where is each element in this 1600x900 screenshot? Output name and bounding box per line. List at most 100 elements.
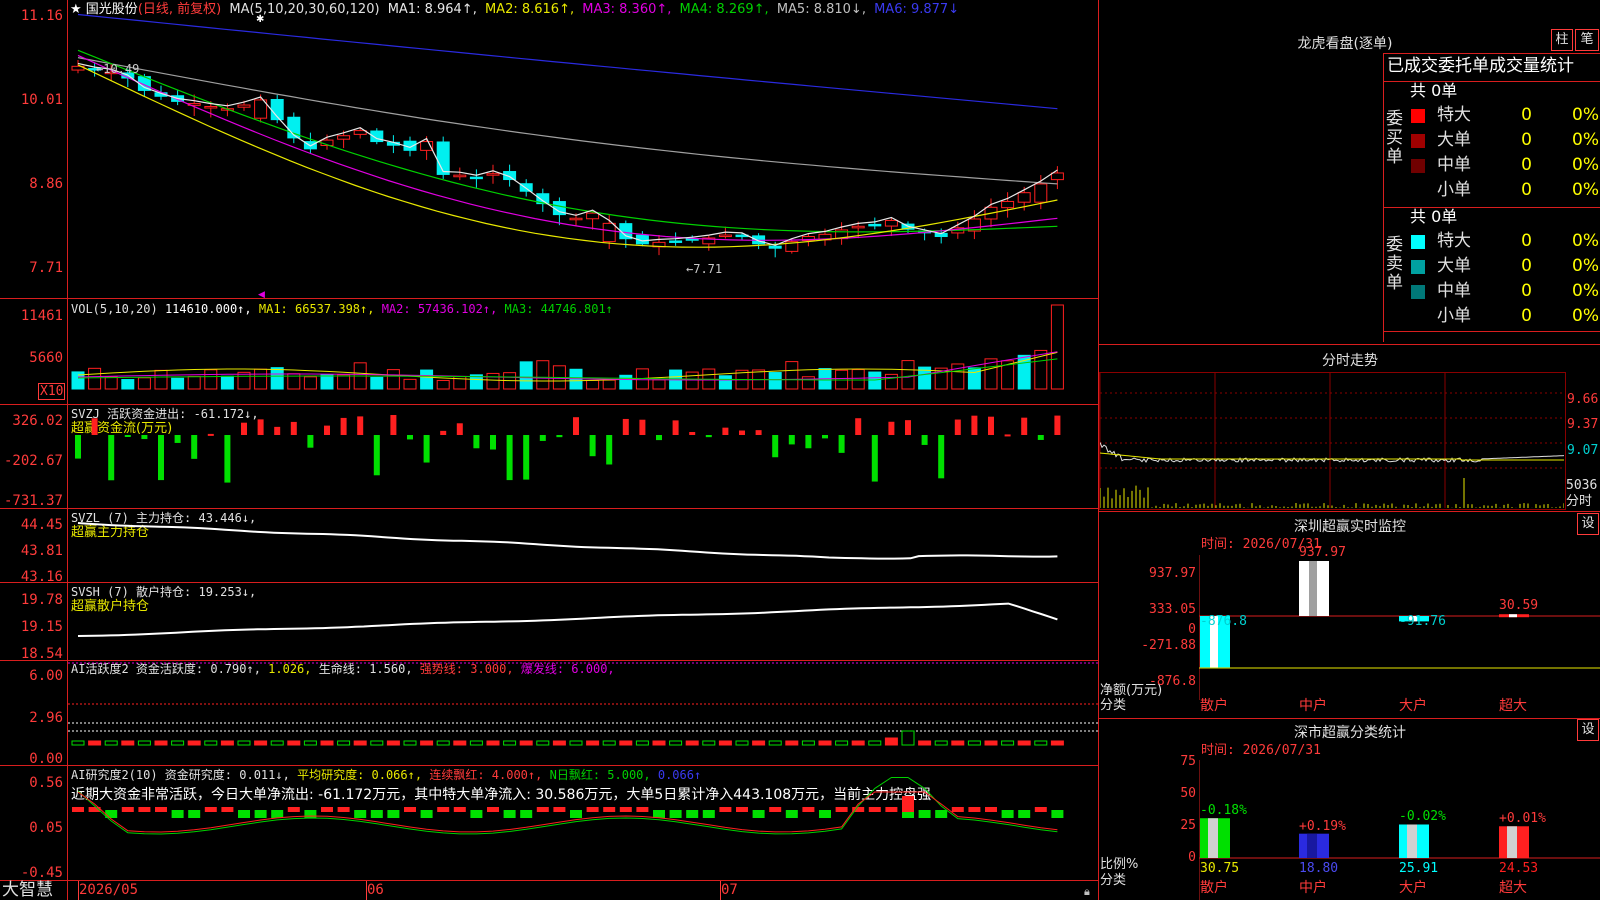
ai2-bar (769, 807, 782, 812)
svzj-bar (440, 430, 447, 435)
ai1-bar (702, 740, 716, 746)
volume-bar (436, 379, 450, 390)
svzj-bar (75, 435, 81, 459)
ai2-peak-bar (902, 796, 914, 812)
svzl-ytick-1: 43.81 (20, 543, 63, 559)
sell-name-0: 特大 (1437, 231, 1471, 251)
svzj-bar (91, 418, 98, 435)
volume-chart[interactable] (68, 299, 1098, 404)
ai1-bar (154, 740, 168, 746)
ai2-ytick-1: 0.05 (29, 820, 63, 836)
monitor-title: 深圳超赢实时监控 (1294, 519, 1406, 535)
ai2-chart[interactable] (68, 766, 1098, 880)
ai1-bar (602, 740, 616, 746)
ai1-bar (353, 740, 367, 746)
candle-body (718, 234, 732, 238)
volume-bar (337, 374, 351, 390)
volume-bar (403, 378, 417, 390)
svzj-bar (407, 435, 413, 440)
sell-name-3: 小单 (1437, 306, 1471, 326)
svsh-chart[interactable] (68, 583, 1098, 660)
divider-ai2-xaxis (0, 880, 1098, 881)
sell-pct-2: 0% (1572, 281, 1599, 301)
ai1-bar (204, 740, 218, 746)
intraday-chart[interactable] (1100, 373, 1564, 508)
svzj-bar (954, 419, 961, 435)
volume-bar (254, 368, 268, 390)
brand-logo[interactable]: 大智慧 (2, 881, 53, 900)
xaxis-label-1: 06 (367, 882, 384, 898)
volume-bar (1050, 304, 1064, 390)
ai1-bar (868, 740, 882, 746)
svzj-bar (207, 433, 214, 436)
volume-bar (586, 379, 600, 390)
classify-ytick-3: 0 (1188, 850, 1196, 865)
intraday-ytick-2: 9.07 (1567, 443, 1599, 458)
ai2-bar (951, 807, 964, 812)
ai2-bar (1001, 810, 1014, 818)
ai1-bar (718, 740, 732, 746)
ai2-bar (686, 810, 699, 818)
svzj-bar (938, 435, 945, 479)
svzj-bar (506, 435, 513, 481)
candle-chart[interactable] (68, 0, 1098, 298)
ai1-ytick-0: 6.00 (29, 668, 63, 684)
monitor-value-0: -876.8 (1200, 614, 1247, 629)
ma1-line (77, 62, 1058, 246)
classify-chart[interactable] (1199, 760, 1600, 900)
intraday-panel-bottom (1099, 511, 1600, 512)
pen-mode-button[interactable]: 笔 (1575, 29, 1599, 51)
svzj-bar (788, 435, 795, 445)
ai1-bar (121, 740, 135, 746)
ai1-bar (1001, 740, 1015, 746)
svzj-bar (191, 435, 198, 459)
sell-name-2: 中单 (1437, 281, 1471, 301)
ai1-bar (270, 740, 284, 746)
ai2-bar (72, 807, 84, 812)
ai2-bar (155, 807, 167, 812)
main-ytick-3: 7.71 (29, 260, 63, 276)
high-mark: ←10.49 (96, 62, 140, 76)
intraday-vol-tick: 5036 (1566, 478, 1598, 493)
buy-pct-2: 0% (1572, 155, 1599, 175)
candle-body (586, 212, 600, 220)
monitor-ytick-0: 937.97 (1149, 566, 1196, 581)
classify-ytick-0: 75 (1180, 754, 1196, 769)
classify-value-1: 18.80 (1299, 861, 1339, 876)
svzj-chart[interactable] (68, 405, 1098, 508)
dragon-tabs[interactable]: 已成交委托单成交量统计 (1387, 57, 1574, 76)
svzj-bar (556, 435, 563, 438)
ai1-bar (220, 740, 234, 746)
buy-name-0: 特大 (1437, 105, 1471, 125)
ai2-bar (935, 810, 948, 818)
xaxis-tick-0 (78, 881, 79, 900)
svzj-bar (822, 435, 828, 439)
svzl-ytick-2: 43.16 (20, 569, 63, 585)
svzj-bar (705, 435, 712, 438)
ai2-bar (1034, 807, 1047, 812)
monitor-value-3: 30.59 (1499, 598, 1539, 614)
buy-swatch-0 (1411, 109, 1425, 123)
ai2-bar (520, 810, 533, 818)
svzj-bar (307, 435, 314, 448)
monitor-settings-button[interactable]: 设 (1577, 513, 1599, 535)
bar-mode-button[interactable]: 柱 (1551, 29, 1573, 51)
svzl-chart[interactable] (68, 509, 1098, 582)
lock-icon[interactable]: 🔒︎ (1084, 884, 1090, 899)
classify-settings-button[interactable]: 设 (1577, 719, 1599, 741)
ai2-bar (1051, 810, 1064, 818)
svzj-bar (622, 418, 629, 435)
ai1-chart[interactable] (68, 661, 1098, 765)
svzj-bar (838, 435, 845, 453)
monitor-ylabel-a: 净额(万元) (1100, 683, 1163, 698)
dragon-bottom-line (1383, 331, 1600, 332)
volume-bar (519, 361, 533, 390)
volume-bar (901, 360, 915, 390)
ai2-bar (321, 807, 333, 812)
xaxis-label-0: 2026/05 (79, 882, 139, 898)
ai2-bar (553, 807, 566, 812)
buy-pct-3: 0% (1572, 180, 1599, 200)
svzj-bar (124, 435, 131, 437)
svzl-ytick-0: 44.45 (20, 517, 63, 533)
buy-name-2: 中单 (1437, 155, 1471, 175)
